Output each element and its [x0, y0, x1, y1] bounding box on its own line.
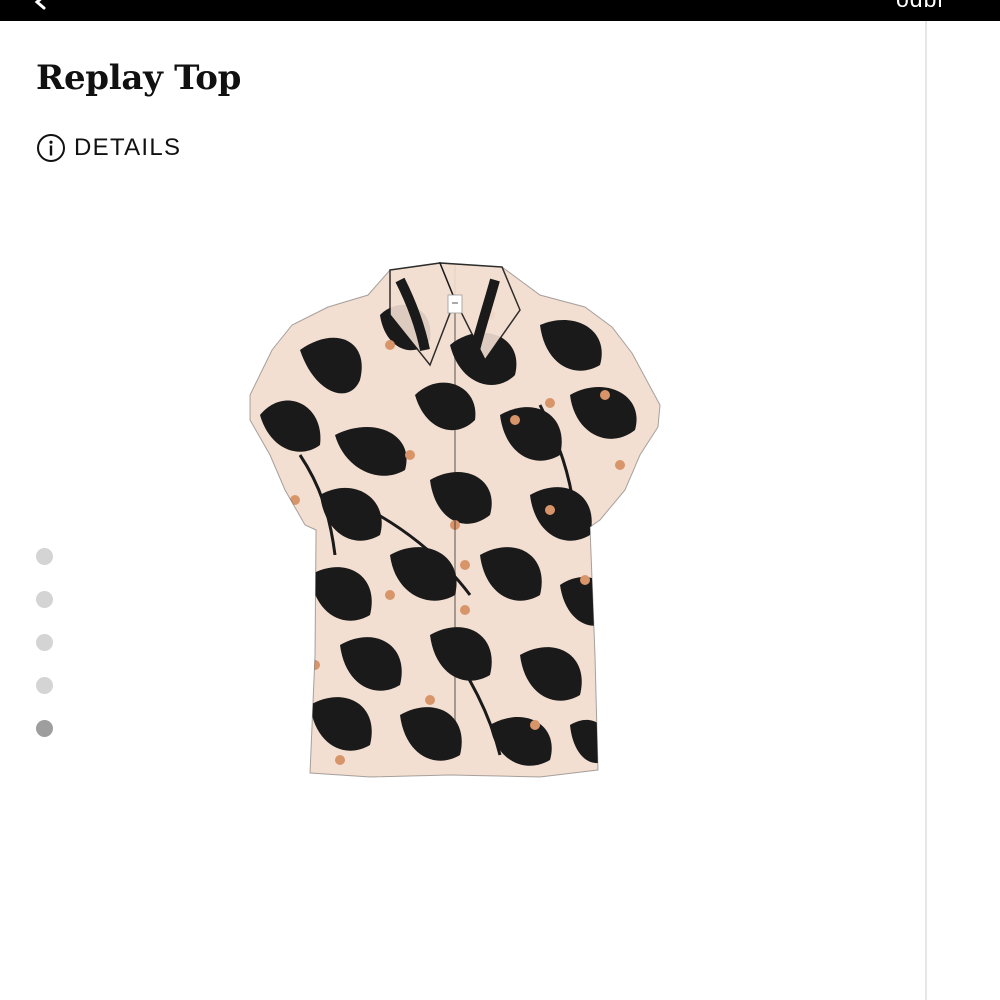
- carousel-dot[interactable]: [36, 677, 53, 694]
- carousel-dot[interactable]: [36, 591, 53, 608]
- top-bar: odbr: [0, 0, 1000, 21]
- details-label: DETAILS: [74, 134, 182, 161]
- details-button[interactable]: DETAILS: [36, 133, 181, 163]
- carousel-dot[interactable]: [36, 634, 53, 651]
- image-carousel-dots: [36, 548, 54, 763]
- carousel-dot[interactable]: [36, 548, 53, 565]
- carousel-dot-active[interactable]: [36, 720, 53, 737]
- product-title: Replay Top: [36, 58, 242, 98]
- chevron-left-icon[interactable]: [30, 0, 50, 10]
- product-image[interactable]: [240, 255, 670, 780]
- panel-divider: [925, 21, 927, 1000]
- info-circle-icon: [37, 134, 65, 162]
- top-bar-text: odbr: [896, 0, 946, 13]
